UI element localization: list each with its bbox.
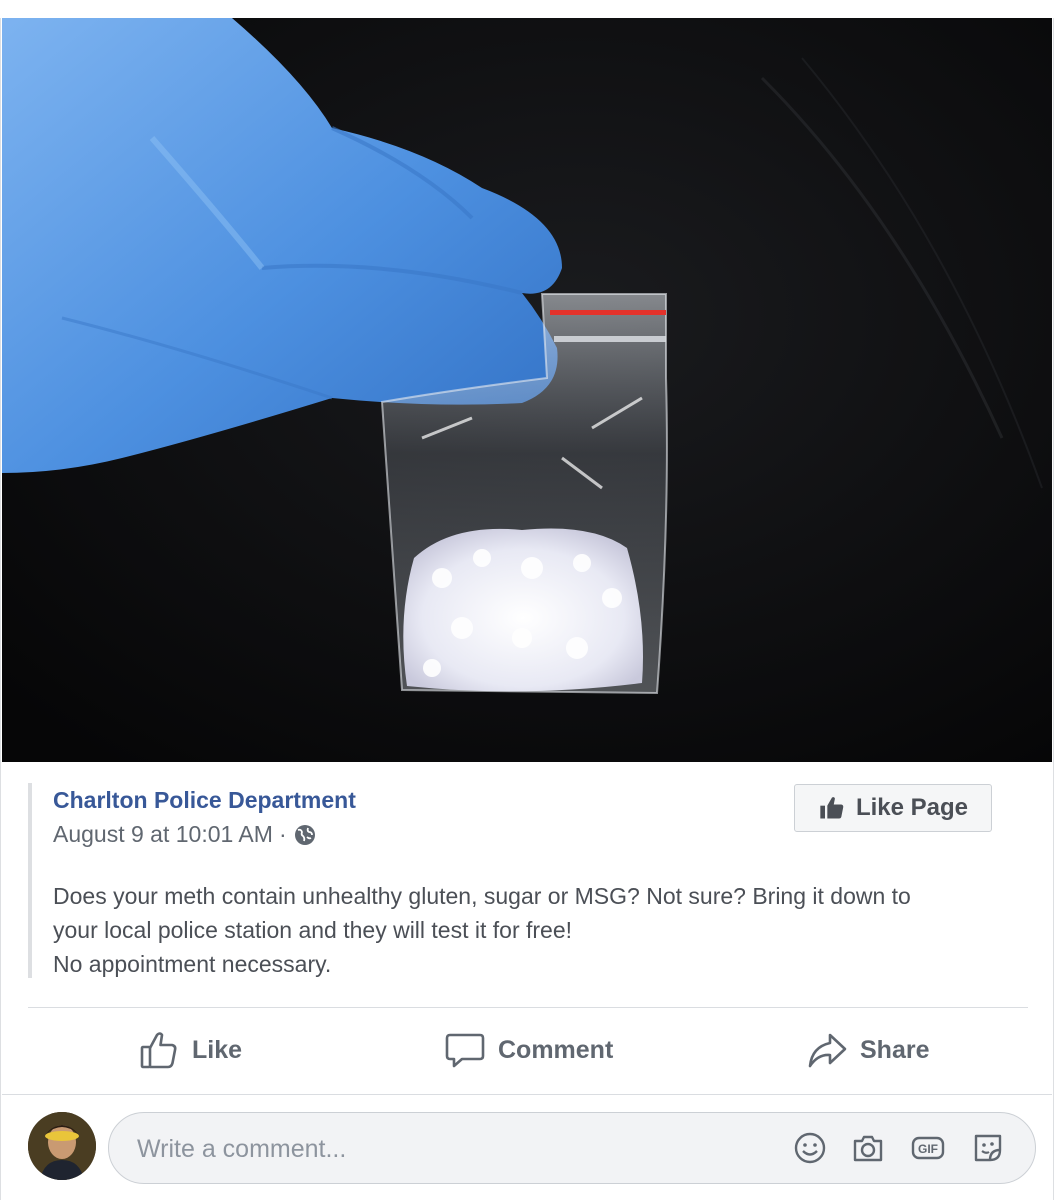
divider <box>28 1007 1028 1008</box>
page-name-link[interactable]: Charlton Police Department <box>53 787 356 814</box>
share-icon <box>808 1033 847 1068</box>
globe-icon[interactable] <box>293 823 317 847</box>
divider <box>2 1094 1052 1095</box>
thumbs-up-icon <box>820 797 844 819</box>
camera-icon[interactable] <box>851 1131 885 1165</box>
post-photo[interactable] <box>2 18 1052 762</box>
sticker-icon[interactable] <box>971 1131 1005 1165</box>
post-meta: August 9 at 10:01 AM · <box>53 821 317 848</box>
meta-separator: · <box>278 821 287 847</box>
post-text-line: your local police station and they will … <box>53 917 573 943</box>
like-label: Like <box>192 1035 243 1064</box>
quote-bar <box>28 783 32 978</box>
post-text: Does your meth contain unhealthy gluten,… <box>53 879 1013 981</box>
comment-label: Comment <box>498 1035 614 1064</box>
avatar[interactable] <box>28 1112 96 1180</box>
gif-label: GIF <box>918 1142 938 1156</box>
comment-icon <box>445 1033 485 1068</box>
emoji-icon[interactable] <box>793 1131 827 1165</box>
top-strip <box>0 0 1054 18</box>
post-timestamp[interactable]: August 9 at 10:01 AM <box>53 821 273 848</box>
share-label: Share <box>860 1035 930 1064</box>
post-text-line: Does your meth contain unhealthy gluten,… <box>53 883 911 909</box>
share-button[interactable]: Share <box>806 1024 929 1076</box>
post-text-line: No appointment necessary. <box>53 951 332 977</box>
like-button[interactable]: Like <box>138 1024 242 1076</box>
like-page-button[interactable]: Like Page <box>794 784 992 832</box>
comment-box: GIF <box>108 1112 1036 1185</box>
like-page-label: Like Page <box>855 794 969 821</box>
comment-button[interactable]: Comment <box>444 1024 613 1076</box>
like-outline-icon <box>140 1032 177 1069</box>
comment-input[interactable] <box>135 1113 759 1185</box>
gif-icon[interactable]: GIF <box>911 1131 945 1165</box>
